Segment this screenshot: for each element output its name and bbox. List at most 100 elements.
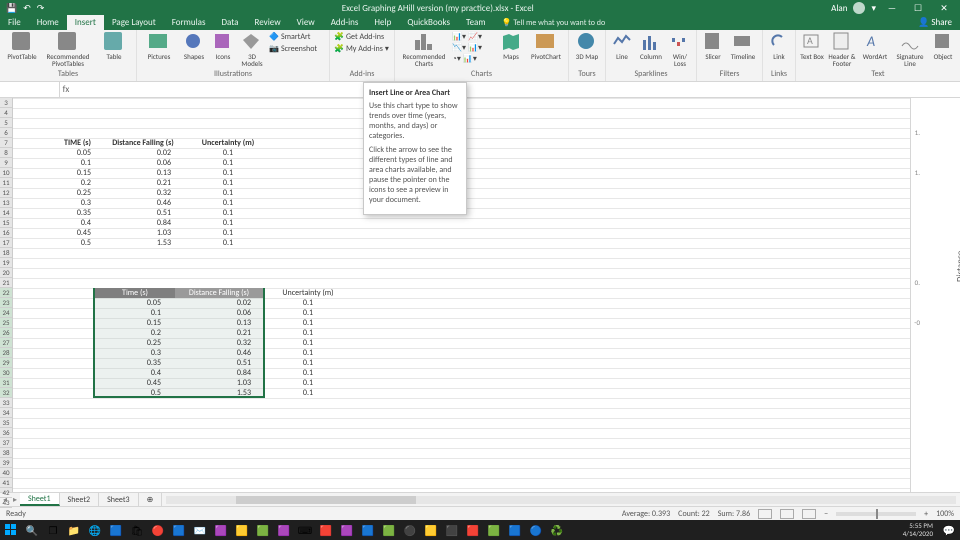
cell-distance[interactable]: 0.32: [113, 188, 173, 198]
sel-cell-uncertainty[interactable]: 0.1: [288, 328, 328, 338]
tab-file[interactable]: File: [0, 15, 29, 30]
row-header-32[interactable]: 32: [0, 388, 12, 398]
windowsapp-icon[interactable]: 🟦: [170, 522, 188, 538]
row-header-27[interactable]: 27: [0, 338, 12, 348]
onenote-icon[interactable]: 🟪: [275, 522, 293, 538]
sel-cell-uncertainty[interactable]: 0.1: [288, 388, 328, 398]
store-icon[interactable]: 🛍: [128, 522, 146, 538]
app2-icon[interactable]: 🟪: [212, 522, 230, 538]
tab-formulas[interactable]: Formulas: [164, 15, 214, 30]
recommended-charts-button[interactable]: Recommended Charts: [399, 32, 449, 67]
cell-uncertainty[interactable]: 0.1: [203, 188, 253, 198]
row-header-5[interactable]: 5: [0, 118, 12, 128]
3d-models-button[interactable]: 3D Models: [238, 32, 266, 67]
sel-cell-time[interactable]: 0.5: [103, 388, 163, 398]
link-button[interactable]: Link: [767, 32, 791, 60]
smartart-button[interactable]: 🔷SmartArt: [269, 32, 325, 42]
cell-uncertainty[interactable]: 0.1: [203, 198, 253, 208]
row-header-13[interactable]: 13: [0, 198, 12, 208]
cell-time[interactable]: 0.45: [33, 228, 93, 238]
ribbon-options-icon[interactable]: ▾: [871, 3, 876, 14]
pagebreak-view-button[interactable]: [802, 509, 816, 519]
chart-bar2d-button[interactable]: 📊▾: [452, 32, 466, 42]
sheet-tab-3[interactable]: Sheet3: [99, 493, 139, 506]
row-header-15[interactable]: 15: [0, 218, 12, 228]
tab-data[interactable]: Data: [213, 15, 246, 30]
horizontal-scrollbar[interactable]: [166, 496, 956, 504]
maps-button[interactable]: Maps: [497, 32, 525, 60]
icons-button[interactable]: Icons: [211, 32, 235, 60]
sel-cell-distance[interactable]: 0.32: [193, 338, 253, 348]
tell-me-search[interactable]: 💡 Tell me what you want to do: [494, 16, 614, 30]
row-header-37[interactable]: 37: [0, 438, 12, 448]
row-header-6[interactable]: 6: [0, 128, 12, 138]
new-sheet-button[interactable]: ⊕: [139, 493, 163, 506]
recycle-icon[interactable]: ♻️: [548, 522, 566, 538]
sel-cell-distance[interactable]: 0.21: [193, 328, 253, 338]
sel-cell-uncertainty[interactable]: 0.1: [288, 308, 328, 318]
row-header-17[interactable]: 17: [0, 238, 12, 248]
row-header-41[interactable]: 41: [0, 478, 12, 488]
cell-distance[interactable]: 1.03: [113, 228, 173, 238]
get-addins-button[interactable]: 🧩Get Add-ins: [334, 32, 390, 42]
excel-icon[interactable]: 🟩: [485, 522, 503, 538]
cell-uncertainty[interactable]: 0.1: [203, 158, 253, 168]
object-button[interactable]: Object: [930, 32, 956, 60]
sel-cell-time[interactable]: 0.25: [103, 338, 163, 348]
cell-time[interactable]: 0.2: [33, 178, 93, 188]
cell-time[interactable]: 0.3: [33, 198, 93, 208]
tab-quickbooks[interactable]: QuickBooks: [399, 15, 458, 30]
header-time[interactable]: TIME (s): [33, 138, 93, 148]
row-header-36[interactable]: 36: [0, 428, 12, 438]
row-header-35[interactable]: 35: [0, 418, 12, 428]
notifications-icon[interactable]: 💬: [940, 522, 958, 538]
headerfooter-button[interactable]: Header & Footer: [827, 32, 857, 67]
zoom-level[interactable]: 100%: [936, 509, 954, 519]
sel-cell-uncertainty[interactable]: 0.1: [288, 318, 328, 328]
sel-cell-distance[interactable]: 0.51: [193, 358, 253, 368]
row-header-24[interactable]: 24: [0, 308, 12, 318]
chrome2-icon[interactable]: 🔵: [527, 522, 545, 538]
folder-icon[interactable]: 📁: [65, 522, 83, 538]
row-header-34[interactable]: 34: [0, 408, 12, 418]
sparkline-winloss-button[interactable]: Win/ Loss: [668, 32, 692, 67]
scroll-thumb[interactable]: [236, 496, 416, 504]
normal-view-button[interactable]: [758, 509, 772, 519]
sel-cell-time[interactable]: 0.05: [103, 298, 163, 308]
row-header-28[interactable]: 28: [0, 348, 12, 358]
row-header-21[interactable]: 21: [0, 278, 12, 288]
cell-distance[interactable]: 0.84: [113, 218, 173, 228]
chart-pie-button[interactable]: ◔▾: [452, 54, 461, 64]
cell-time[interactable]: 0.1: [33, 158, 93, 168]
pivottable-button[interactable]: PivotTable: [4, 32, 40, 60]
sel-cell-time[interactable]: 0.1: [103, 308, 163, 318]
word-icon[interactable]: 🟦: [506, 522, 524, 538]
acrobat-icon[interactable]: 🟥: [464, 522, 482, 538]
share-button[interactable]: 👤 Share: [910, 15, 960, 30]
row-header-14[interactable]: 14: [0, 208, 12, 218]
edge-icon[interactable]: 🌐: [86, 522, 104, 538]
cell-distance[interactable]: 0.13: [113, 168, 173, 178]
chart-combo-button[interactable]: 📊▾: [463, 54, 477, 64]
row-header-7[interactable]: 7: [0, 138, 12, 148]
zoom-slider[interactable]: [836, 512, 916, 516]
app8-icon[interactable]: 🟩: [380, 522, 398, 538]
chart-stat-button[interactable]: 📊▾: [468, 43, 482, 53]
sel-cell-uncertainty[interactable]: 0.1: [288, 378, 328, 388]
cell-distance[interactable]: 0.21: [113, 178, 173, 188]
row-header-30[interactable]: 30: [0, 368, 12, 378]
sparkline-column-button[interactable]: Column: [637, 32, 665, 60]
3d-map-button[interactable]: 3D Map: [573, 32, 601, 60]
close-button[interactable]: ✕: [934, 3, 954, 14]
sel-cell-uncertainty[interactable]: 0.1: [288, 298, 328, 308]
tab-home[interactable]: Home: [29, 15, 67, 30]
chart-line-button[interactable]: 📈▾: [468, 32, 482, 42]
tab-insert[interactable]: Insert: [67, 15, 104, 30]
taskview-icon[interactable]: ❐: [44, 522, 62, 538]
sel-cell-distance[interactable]: 0.84: [193, 368, 253, 378]
textbox-button[interactable]: AText Box: [800, 32, 824, 60]
sel-cell-distance[interactable]: 0.13: [193, 318, 253, 328]
sel-cell-time[interactable]: 0.3: [103, 348, 163, 358]
row-header-10[interactable]: 10: [0, 168, 12, 178]
chart-area-button[interactable]: 📉▾: [452, 43, 466, 53]
